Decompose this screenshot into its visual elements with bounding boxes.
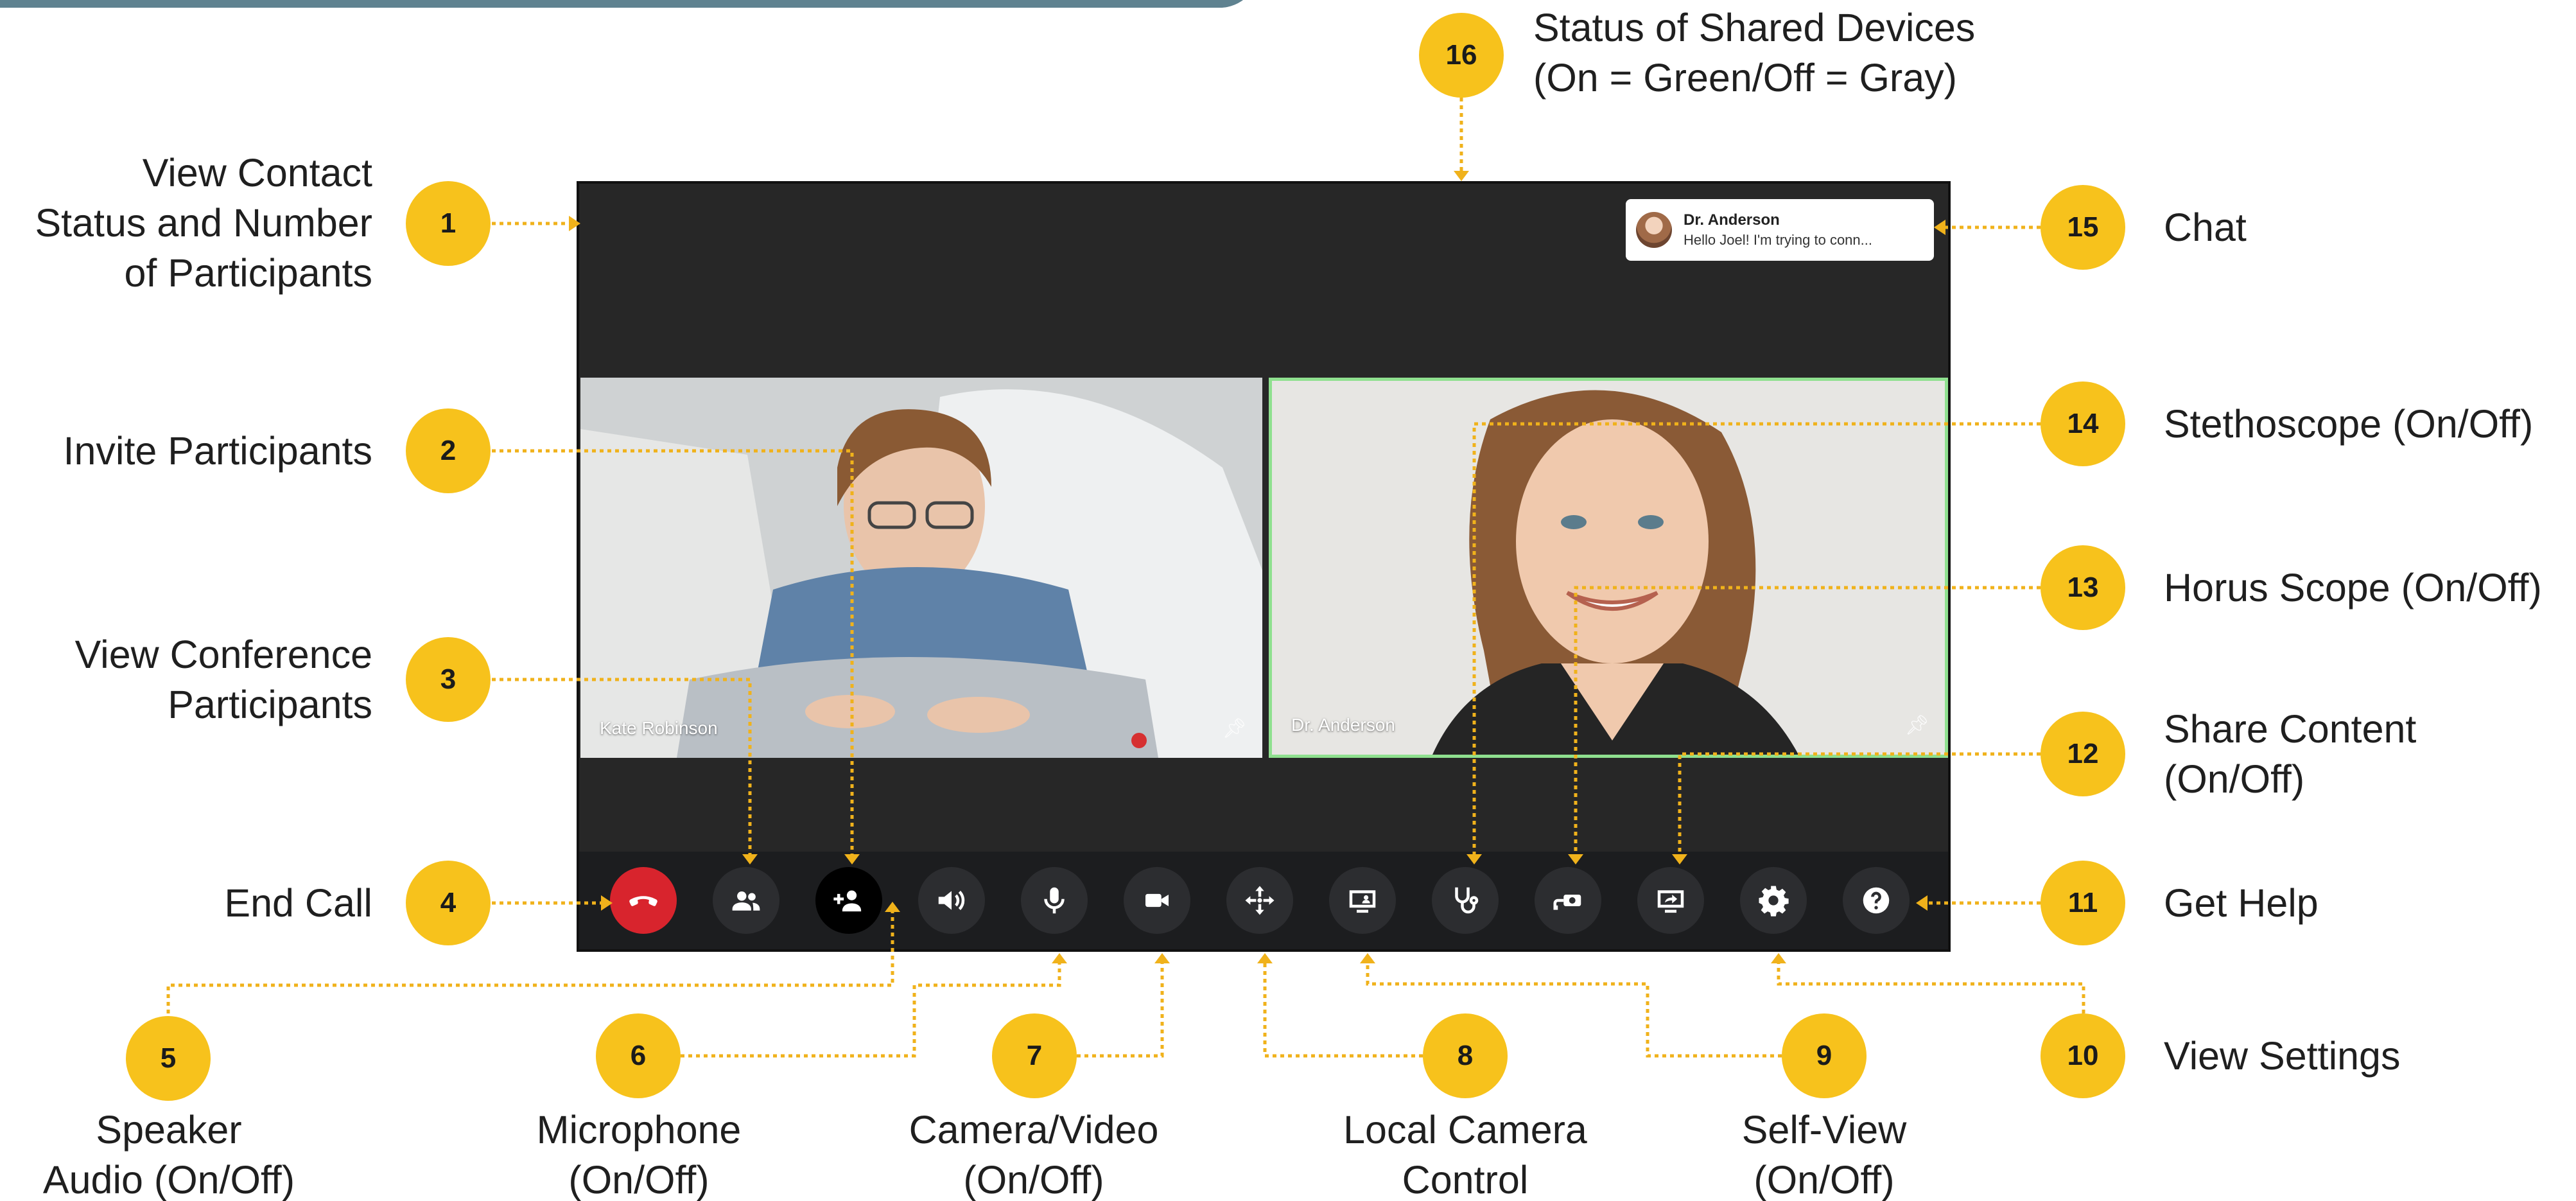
callout-label-7: Camera/Video (On/Off): [909, 1108, 1159, 1201]
share-content-button[interactable]: [1637, 867, 1704, 934]
callout-badge-7: 7: [992, 1013, 1077, 1098]
participants-button[interactable]: [713, 867, 779, 934]
callout-badge-9: 9: [1782, 1013, 1867, 1098]
callout-badge-6: 6: [596, 1013, 681, 1098]
stethoscope-icon: [1455, 887, 1479, 914]
video-camera-icon: [1145, 893, 1169, 907]
callout-label-14: Stethoscope (On/Off): [2164, 402, 2534, 446]
callout-label-11: Get Help: [2164, 881, 2319, 925]
help-icon: [1863, 887, 1890, 914]
callout-label-4: End Call: [224, 881, 372, 925]
people-icon: [732, 891, 760, 911]
participant-name: Dr. Anderson: [1291, 715, 1395, 735]
header-bar: [0, 0, 1258, 8]
end-call-button[interactable]: [610, 867, 677, 934]
callout-label-15: Chat: [2164, 206, 2247, 249]
monitor-person-icon: [1349, 890, 1376, 913]
share-screen-icon: [1657, 890, 1684, 913]
pin-icon[interactable]: 📌︎: [1223, 717, 1247, 740]
callout-badge-10: 10: [2041, 1013, 2125, 1098]
horus-scope-button[interactable]: [1535, 867, 1601, 934]
callout-label-16: Status of Shared Devices (On = Green/Off …: [1533, 6, 1976, 100]
add-person-icon: [833, 890, 862, 912]
callout-badge-12: 12: [2041, 712, 2125, 796]
camera-button[interactable]: [1124, 867, 1190, 934]
callout-label-3: View Conference Participants: [74, 633, 372, 726]
speaker-icon: [938, 890, 965, 911]
callout-badge-15: 15: [2041, 185, 2125, 270]
callout-badge-3: 3: [406, 637, 491, 722]
video-call-window: Dr. Anderson Hello Joel! I'm trying to c…: [577, 181, 1951, 952]
avatar: [1636, 212, 1672, 248]
patient-video-image: [580, 378, 1262, 758]
callout-label-6: Microphone (On/Off): [536, 1108, 742, 1201]
callout-badge-14: 14: [2041, 381, 2125, 466]
callout-badge-2: 2: [406, 408, 491, 493]
pin-icon[interactable]: 📌︎: [1905, 714, 1929, 737]
speaker-button[interactable]: [918, 867, 985, 934]
callout-label-8: Local Camera Control: [1343, 1108, 1587, 1201]
call-controls-bar: [579, 852, 1948, 949]
callout-label-5: Speaker Audio (On/Off): [42, 1108, 295, 1201]
gear-icon: [1759, 886, 1789, 916]
settings-button[interactable]: [1740, 867, 1807, 934]
camera-control-button[interactable]: [1226, 867, 1293, 934]
help-button[interactable]: [1843, 867, 1910, 934]
callout-label-10: View Settings: [2164, 1034, 2401, 1078]
callout-label-13: Horus Scope (On/Off): [2164, 566, 2542, 609]
move-arrows-icon: [1245, 886, 1275, 915]
callout-label-2: Invite Participants: [63, 429, 372, 473]
callout-badge-8: 8: [1423, 1013, 1508, 1098]
video-tile-doctor[interactable]: Dr. Anderson 📌︎: [1269, 378, 1948, 758]
participant-name: Kate Robinson: [600, 718, 718, 738]
microphone-icon: [1044, 887, 1065, 914]
callout-badge-13: 13: [2041, 545, 2125, 630]
microphone-button[interactable]: [1021, 867, 1088, 934]
doctor-video-image: [1272, 381, 1945, 755]
self-view-button[interactable]: [1329, 867, 1396, 934]
chat-message: Hello Joel! I'm trying to conn...: [1684, 232, 1872, 248]
stethoscope-button[interactable]: [1432, 867, 1499, 934]
callout-badge-4: 4: [406, 861, 491, 945]
callout-label-1: View Contact Status and Number of Particip…: [35, 151, 372, 295]
callout-badge-1: 1: [406, 181, 491, 266]
video-tile-patient[interactable]: Kate Robinson 📌︎: [580, 378, 1262, 758]
invite-participants-button[interactable]: [815, 867, 882, 934]
callout-label-9: Self-View (On/Off): [1741, 1108, 1907, 1201]
scope-camera-icon: [1553, 895, 1581, 910]
callout-badge-5: 5: [126, 1016, 211, 1101]
phone-hangup-icon: [629, 896, 657, 906]
callout-badge-11: 11: [2041, 861, 2125, 945]
callout-label-12: Share Content (On/Off): [2164, 707, 2417, 801]
chat-notification[interactable]: Dr. Anderson Hello Joel! I'm trying to c…: [1626, 199, 1934, 261]
chat-sender: Dr. Anderson: [1684, 211, 1780, 229]
callout-badge-16: 16: [1419, 13, 1504, 98]
